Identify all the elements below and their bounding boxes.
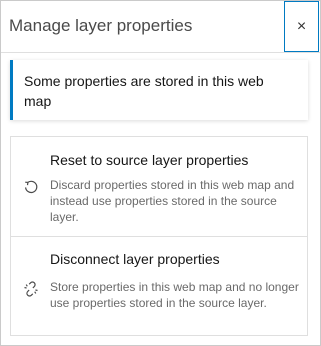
- reset-properties-action[interactable]: Reset to source layer properties Discard…: [11, 137, 307, 237]
- manage-layer-properties-panel: Manage layer properties × Some propertie…: [0, 0, 321, 346]
- panel-header: Manage layer properties ×: [1, 1, 320, 53]
- panel-title: Manage layer properties: [9, 16, 193, 35]
- disconnect-action-description: Store properties in this web map and no …: [50, 280, 299, 310]
- reset-action-title: Reset to source layer properties: [50, 152, 249, 168]
- reset-action-description: Discard properties stored in this web ma…: [50, 178, 295, 224]
- reset-icon: [25, 180, 38, 194]
- action-list: Reset to source layer properties Discard…: [10, 136, 308, 336]
- close-icon: ×: [296, 17, 307, 35]
- unlink-icon: [24, 281, 38, 297]
- notice-message: Some properties are stored in this web m…: [24, 73, 264, 109]
- close-button[interactable]: ×: [284, 1, 319, 52]
- info-notice: Some properties are stored in this web m…: [10, 60, 308, 120]
- disconnect-action-title: Disconnect layer properties: [50, 251, 220, 267]
- disconnect-properties-action[interactable]: Disconnect layer properties Store proper…: [11, 237, 307, 335]
